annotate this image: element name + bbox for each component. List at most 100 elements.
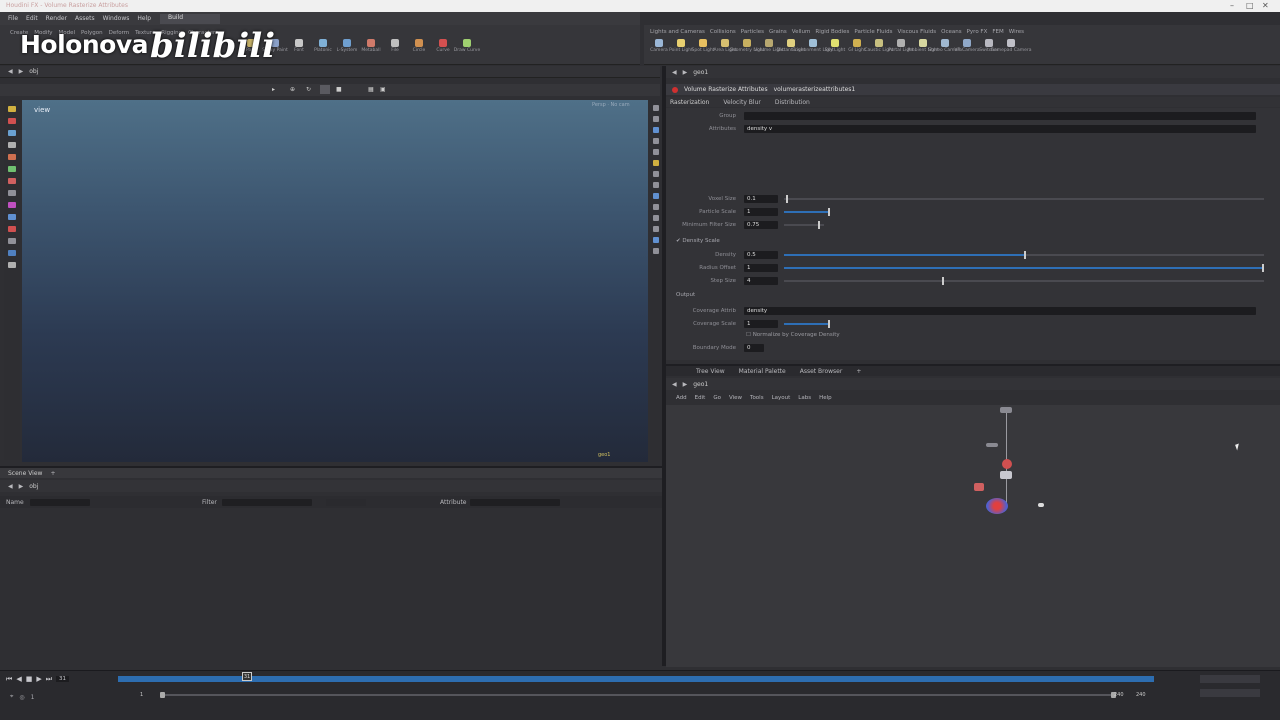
select-tool-icon[interactable] (8, 106, 16, 112)
menu-layout[interactable]: Layout (772, 395, 791, 401)
back-icon[interactable]: ◀ (672, 69, 677, 76)
scene-viewport[interactable] (22, 100, 648, 462)
handle-tool-icon[interactable] (8, 154, 16, 160)
coverage-scale-field[interactable]: 1 (744, 320, 778, 328)
display-icon[interactable] (653, 204, 659, 210)
spot-light-tool[interactable]: Spot Light (692, 39, 714, 53)
type-select[interactable] (326, 499, 366, 506)
display-options-icon[interactable]: ▣ (380, 86, 386, 93)
scale-tool-icon[interactable] (8, 142, 16, 148)
wireframe-icon[interactable]: ■ (336, 86, 342, 93)
particle-scale-field[interactable]: 1 (744, 208, 778, 216)
refresh-icon[interactable]: ↻ (306, 86, 311, 93)
display-icon[interactable] (653, 116, 659, 122)
normalize-checkbox[interactable]: ☐ Normalize by Coverage Density (746, 332, 840, 338)
shelf-tab[interactable]: Vellum (792, 29, 811, 35)
minimize-icon[interactable]: – (1230, 1, 1234, 10)
shelf-tab[interactable]: Pyro FX (967, 29, 988, 35)
maximize-icon[interactable]: □ (1246, 1, 1254, 10)
back-icon[interactable]: ◀ (8, 68, 13, 75)
shelf-tab[interactable]: Particles (741, 29, 764, 35)
step-back-icon[interactable]: ◀ (16, 675, 21, 683)
auto-key[interactable] (1200, 689, 1260, 697)
menu-edit[interactable]: Edit (695, 395, 706, 401)
env-light-tool[interactable]: Environment Light (792, 39, 834, 53)
menu-go[interactable]: Go (713, 395, 721, 401)
menu-windows[interactable]: Windows (103, 15, 130, 22)
step-size-field[interactable]: 4 (744, 277, 778, 285)
display-icon[interactable] (653, 237, 659, 243)
coverage-attrib-field[interactable]: density (744, 307, 1256, 315)
display-icon[interactable] (653, 149, 659, 155)
persp-menu[interactable]: Persp · No cam (592, 102, 630, 108)
realtime-icon[interactable]: ◎ (19, 694, 24, 701)
stop-icon[interactable]: ■ (26, 675, 33, 683)
network-editor[interactable] (666, 405, 1280, 667)
display-icon[interactable] (653, 127, 659, 133)
network-node[interactable] (986, 443, 998, 447)
point-light-tool[interactable]: Point Light (669, 39, 693, 53)
output-section[interactable]: Output (676, 292, 695, 298)
display-icon[interactable] (653, 182, 659, 188)
selected-node[interactable] (986, 498, 1008, 514)
attributes-field[interactable]: density v (744, 125, 1256, 133)
display-icon[interactable] (653, 215, 659, 221)
move-tool-icon[interactable] (8, 118, 16, 124)
close-icon[interactable]: ✕ (1262, 1, 1269, 10)
shelf-tool[interactable]: L-System (336, 39, 358, 53)
menu-labs[interactable]: Labs (798, 395, 811, 401)
key-icon[interactable]: ⌖ (10, 693, 13, 701)
tab-distribution[interactable]: Distribution (775, 99, 810, 106)
menu-help[interactable]: Help (137, 15, 151, 22)
tab-material-palette[interactable]: Material Palette (739, 368, 786, 375)
display-mode-icon[interactable] (320, 85, 330, 94)
shelf-tab[interactable]: Viscous Fluids (898, 29, 937, 35)
camera-menu-icon[interactable]: ▦ (368, 86, 374, 93)
timeline-bar[interactable] (118, 676, 1154, 682)
display-icon[interactable] (653, 248, 659, 254)
play-icon[interactable]: ▶ (36, 675, 41, 683)
vr-camera-tool[interactable]: VR Camera (954, 39, 980, 53)
attribute-input[interactable] (470, 499, 560, 506)
range-start[interactable]: 1 (31, 694, 35, 701)
gamepad-camera-tool[interactable]: Gamepad Camera (991, 39, 1031, 53)
display-icon[interactable] (653, 226, 659, 232)
view-tool-icon[interactable] (8, 190, 16, 196)
tab-tree-view[interactable]: Tree View (696, 368, 725, 375)
current-frame[interactable]: 31 (56, 676, 70, 682)
range-slider[interactable] (160, 692, 1116, 698)
network-node[interactable] (974, 483, 984, 491)
range-start-handle[interactable] (160, 692, 165, 698)
display-icon[interactable] (653, 171, 659, 177)
menu-view[interactable]: View (729, 395, 742, 401)
frame-marker[interactable]: 31 (242, 672, 252, 681)
jump-start-icon[interactable]: ⏮ (6, 675, 12, 684)
shelf-tab[interactable]: FEM (992, 29, 1003, 35)
tab-velocity-blur[interactable]: Velocity Blur (723, 99, 761, 106)
menu-render[interactable]: Render (46, 15, 67, 22)
shelf-tool[interactable]: Metaball (360, 39, 382, 53)
back-icon[interactable]: ◀ (672, 381, 677, 388)
network-path[interactable]: geo1 (693, 381, 708, 388)
shelf-tab[interactable]: Oceans (941, 29, 961, 35)
add-tab-icon[interactable]: + (856, 368, 861, 375)
back-icon[interactable]: ◀ (8, 483, 13, 490)
name-filter-input[interactable] (30, 499, 90, 506)
shelf-tool[interactable]: Draw Curve (454, 39, 480, 53)
brush-tool-icon[interactable] (8, 178, 16, 184)
shelf-tool[interactable]: Circle (408, 39, 430, 53)
range-end-field[interactable]: 240 (1114, 692, 1124, 698)
network-node[interactable] (1000, 471, 1012, 479)
visibility-icon[interactable] (8, 262, 16, 268)
shelf-tab[interactable]: Rigid Bodies (815, 29, 849, 35)
network-node[interactable] (1002, 459, 1012, 469)
secure-icon[interactable] (8, 226, 16, 232)
filter-input[interactable] (222, 499, 312, 506)
network-node[interactable] (1000, 407, 1012, 413)
shelf-tab[interactable]: Particle Fluids (854, 29, 892, 35)
viewport-path[interactable]: obj (29, 68, 38, 75)
display-icon[interactable] (653, 105, 659, 111)
forward-icon[interactable]: ▶ (683, 381, 688, 388)
path-label[interactable]: obj (29, 483, 38, 490)
display-icon[interactable] (653, 193, 659, 199)
